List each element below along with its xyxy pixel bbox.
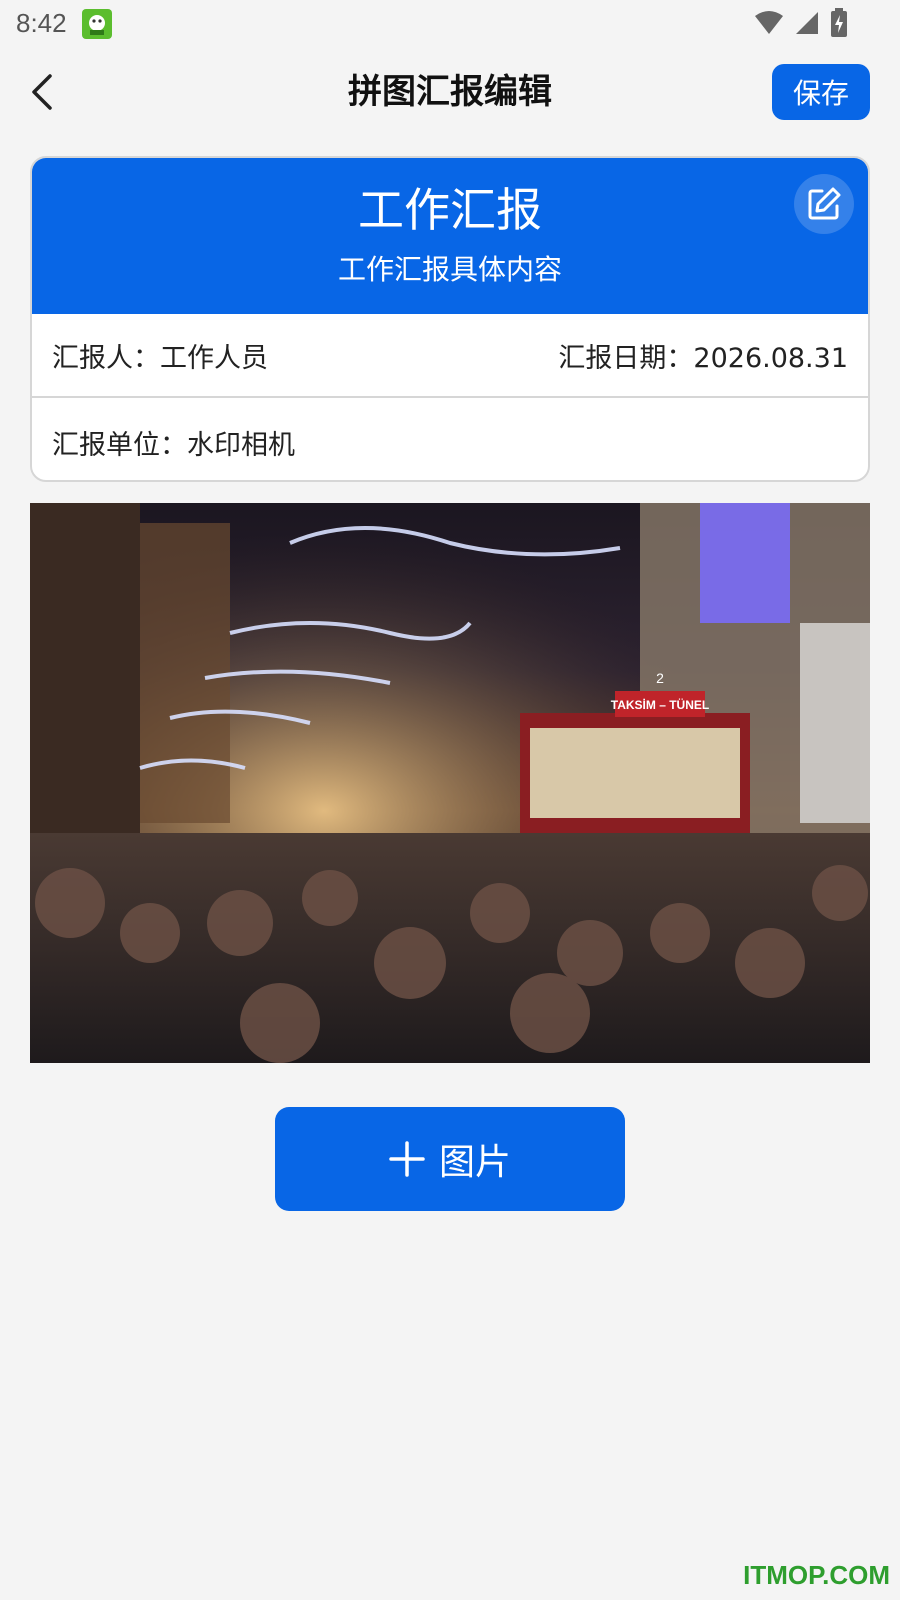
- battery-charging-icon: [830, 8, 848, 42]
- date-text: 汇报日期：2026.08.31: [558, 342, 848, 374]
- tram-sign-number: 2: [656, 670, 664, 686]
- street-crowd-image: 2 TAKSİM – TÜNEL: [30, 503, 870, 1063]
- reporter-text: 汇报人：工作人员: [52, 342, 268, 374]
- plus-icon: [389, 1141, 425, 1177]
- add-image-button[interactable]: 图片: [275, 1107, 625, 1211]
- unit-text: 汇报单位：水印相机: [52, 429, 295, 461]
- report-title: 工作汇报: [358, 183, 542, 237]
- tram-sign-text: TAKSİM – TÜNEL: [611, 697, 709, 712]
- app-notification-icon: [82, 9, 112, 39]
- edit-icon: [808, 187, 841, 220]
- site-watermark: ITMOP.COM: [743, 1560, 890, 1590]
- info-row-reporter[interactable]: 汇报人：工作人员 汇报日期：2026.08.31: [32, 314, 868, 398]
- edit-button[interactable]: [794, 174, 854, 234]
- report-subtitle: 工作汇报具体内容: [337, 253, 562, 286]
- wifi-icon: [754, 10, 784, 40]
- add-image-label: 图片: [438, 1142, 511, 1183]
- report-photo[interactable]: 2 TAKSİM – TÜNEL: [30, 503, 870, 1063]
- status-bar: 8:42: [0, 0, 900, 48]
- status-time: 8:42: [16, 8, 67, 38]
- report-card: 工作汇报 工作汇报具体内容 汇报人：工作人员 汇报日期：2026.08.31 汇…: [30, 156, 870, 482]
- signal-icon: [794, 10, 820, 40]
- info-row-unit[interactable]: 汇报单位：水印相机: [32, 400, 868, 480]
- page-title: 拼图汇报编辑: [348, 72, 552, 112]
- report-header: 工作汇报 工作汇报具体内容: [32, 158, 868, 314]
- save-button[interactable]: 保存: [772, 64, 870, 120]
